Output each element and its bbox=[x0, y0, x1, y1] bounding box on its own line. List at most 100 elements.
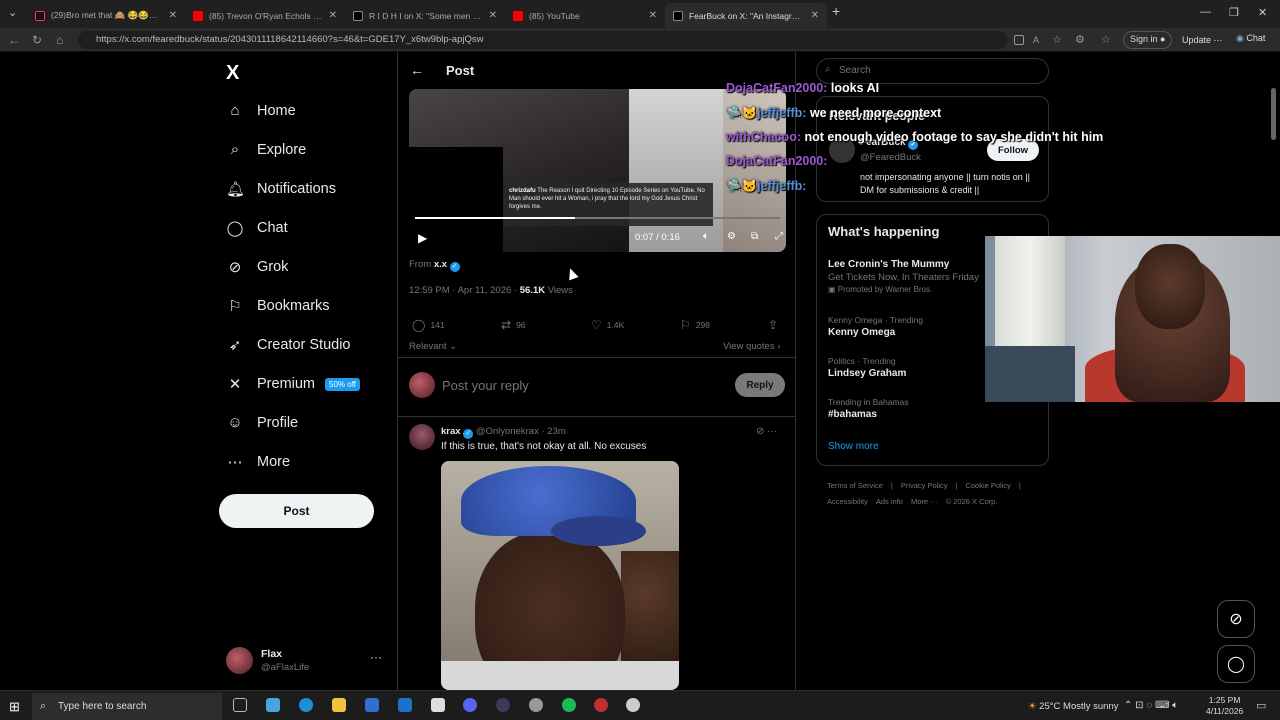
discord-icon[interactable] bbox=[463, 698, 477, 712]
video-progress-bar[interactable] bbox=[415, 217, 780, 219]
webcam-shelf bbox=[985, 346, 1075, 402]
more-dots-icon[interactable]: ··· bbox=[767, 426, 777, 437]
minimize-icon[interactable]: — bbox=[1200, 6, 1211, 18]
reader-mode-icon[interactable] bbox=[1014, 35, 1024, 45]
footer-link[interactable]: Ads info bbox=[876, 497, 903, 506]
grok-icon[interactable]: ⊘ bbox=[756, 426, 764, 437]
back-arrow-icon[interactable]: ← bbox=[8, 33, 20, 47]
mail-icon[interactable] bbox=[398, 698, 412, 712]
show-more-link[interactable]: Show more bbox=[828, 441, 879, 452]
new-tab-button[interactable]: + bbox=[832, 3, 840, 19]
picture-in-picture-icon[interactable]: ⧉ bbox=[751, 231, 758, 242]
repost-action[interactable]: ⇄ 96 bbox=[501, 318, 526, 332]
weather-widget[interactable]: ☀ 25°C Mostly sunny bbox=[1028, 701, 1118, 712]
tab-actions-chevron-icon[interactable]: ⌄ bbox=[8, 6, 17, 19]
fullscreen-icon[interactable]: ⤢ bbox=[775, 231, 783, 242]
reply-button[interactable]: Reply bbox=[735, 373, 785, 397]
close-tab-icon[interactable]: ✕ bbox=[811, 10, 819, 21]
favorites-icon[interactable]: ☆ bbox=[1101, 33, 1111, 46]
browser-tab-4[interactable]: (85) YouTube ✕ bbox=[505, 3, 665, 28]
taskbar-search-input[interactable]: ⌕ Type here to search bbox=[32, 693, 222, 720]
tweet-image[interactable] bbox=[441, 461, 679, 690]
back-arrow-icon[interactable]: ← bbox=[410, 62, 424, 78]
store-icon[interactable] bbox=[365, 698, 379, 712]
close-tab-icon[interactable]: ✕ bbox=[169, 10, 177, 21]
task-view-icon[interactable] bbox=[233, 698, 247, 712]
scrollbar-thumb[interactable] bbox=[1271, 88, 1276, 140]
sign-in-button[interactable]: Sign in ● bbox=[1123, 31, 1173, 49]
chat-float-button[interactable]: ◯ bbox=[1217, 645, 1255, 683]
play-icon[interactable]: ▶ bbox=[418, 231, 427, 245]
restore-icon[interactable]: ❐ bbox=[1229, 6, 1239, 19]
copilot-icon[interactable] bbox=[266, 698, 280, 712]
reply-input[interactable]: Post your reply bbox=[442, 378, 529, 393]
grok-float-button[interactable]: ⊘ bbox=[1217, 600, 1255, 638]
edge-browser-icon[interactable] bbox=[299, 698, 313, 712]
view-quotes-link[interactable]: View quotes › bbox=[723, 341, 780, 352]
copilot-chat-button[interactable]: ◉ Chat bbox=[1236, 33, 1265, 44]
close-tab-icon[interactable]: ✕ bbox=[649, 10, 657, 21]
url-field[interactable]: https://x.com/fearedbuck/status/20430111… bbox=[78, 31, 1008, 49]
sidebar-item-bookmarks[interactable]: ⚐ Bookmarks bbox=[226, 297, 329, 315]
update-button[interactable]: Update ⋯ bbox=[1182, 35, 1223, 46]
notification-center-icon[interactable]: ▭ bbox=[1256, 699, 1266, 712]
footer-link[interactable]: Accessibility bbox=[827, 497, 868, 506]
footer-link[interactable]: Privacy Policy bbox=[901, 481, 948, 490]
chat-bubble-icon: ◯ bbox=[1227, 656, 1245, 673]
sidebar-item-profile[interactable]: ☺ Profile bbox=[226, 414, 298, 431]
browser-tab-2[interactable]: (85) Trevon O'Ryan Echols - YouT ✕ bbox=[185, 3, 345, 28]
settings-gear-icon[interactable]: ⚙ bbox=[727, 231, 736, 242]
tweet-author-name[interactable]: krax bbox=[441, 426, 461, 437]
from-user-link[interactable]: x.x bbox=[434, 259, 447, 270]
sidebar-item-more[interactable]: ⋯ More bbox=[226, 453, 291, 471]
refresh-icon[interactable]: ↻ bbox=[32, 33, 42, 47]
sidebar-item-notifications[interactable]: 🔔︎ Notifications bbox=[226, 180, 336, 198]
bookmark-action[interactable]: ⚐ 298 bbox=[680, 318, 710, 332]
tweet-author-handle[interactable]: @Onlyonekrax bbox=[476, 426, 539, 437]
read-aloud-icon[interactable]: A bbox=[1033, 35, 1039, 45]
more-dots-icon[interactable]: ··· bbox=[370, 650, 382, 664]
sidebar-item-creator-studio[interactable]: ➶ Creator Studio bbox=[226, 336, 351, 354]
like-action[interactable]: ♡ 1.4K bbox=[591, 318, 624, 332]
browser-tab-1[interactable]: (29)Bro met that 🙈 😂😂😂 #fy ✕ bbox=[27, 3, 185, 28]
post-timestamp[interactable]: 12:59 PM · Apr 11, 2026 bbox=[409, 285, 511, 296]
close-tab-icon[interactable]: ✕ bbox=[489, 10, 497, 21]
app-icon[interactable] bbox=[496, 698, 510, 712]
footer-link[interactable]: Terms of Service bbox=[827, 481, 883, 490]
close-window-icon[interactable]: ✕ bbox=[1258, 6, 1267, 19]
reply-action[interactable]: ◯ 141 bbox=[412, 318, 445, 332]
footer-link[interactable]: Cookie Policy bbox=[965, 481, 1010, 490]
taskbar-clock[interactable]: 1:25 PM 4/11/2026 bbox=[1206, 695, 1243, 717]
sidebar-item-home[interactable]: ⌂ Home bbox=[226, 102, 295, 119]
file-explorer-icon[interactable] bbox=[332, 698, 346, 712]
spotify-icon[interactable] bbox=[562, 698, 576, 712]
windows-start-icon[interactable]: ⊞ bbox=[9, 699, 20, 715]
reply-composer: Post your reply Reply bbox=[398, 357, 795, 417]
close-tab-icon[interactable]: ✕ bbox=[329, 10, 337, 21]
reply-sort-dropdown[interactable]: Relevant ⌄ bbox=[409, 341, 457, 352]
windows-taskbar: ⊞ ⌕ Type here to search ☀ 25°C Mostly sun… bbox=[0, 690, 1280, 720]
favorite-star-icon[interactable]: ☆ bbox=[1052, 33, 1062, 46]
app-icon[interactable] bbox=[529, 698, 543, 712]
sidebar-item-explore[interactable]: ⌕ Explore bbox=[226, 141, 306, 158]
home-icon[interactable]: ⌂ bbox=[56, 33, 63, 47]
footer-link[interactable]: More ··· bbox=[911, 497, 938, 506]
post-button[interactable]: Post bbox=[219, 494, 374, 528]
sidebar-item-chat[interactable]: ◯ Chat bbox=[226, 219, 288, 237]
tweet-time[interactable]: 23m bbox=[547, 426, 565, 437]
extensions-icon[interactable]: ⚙ bbox=[1075, 33, 1085, 46]
sidebar-item-premium[interactable]: ✕ Premium 50% off bbox=[226, 375, 360, 393]
x-logo-icon[interactable]: X bbox=[226, 62, 239, 85]
browser-tab-3[interactable]: R I D H I on X: "Some men are sic ✕ bbox=[345, 3, 505, 28]
obs-icon[interactable] bbox=[594, 698, 608, 712]
notepad-icon[interactable] bbox=[431, 698, 445, 712]
volume-icon[interactable]: 🔈︎ bbox=[703, 231, 709, 242]
sidebar-item-grok[interactable]: ⊘ Grok bbox=[226, 258, 289, 276]
account-switcher[interactable]: Flax @aFlaxLife ··· bbox=[226, 646, 386, 676]
person-handle[interactable]: @FearedBuck bbox=[860, 152, 921, 163]
avatar[interactable] bbox=[409, 424, 435, 450]
share-action[interactable]: ⇪ bbox=[768, 318, 783, 332]
browser-tab-5-active[interactable]: FearBuck on X: "An Instagram use ✕ bbox=[665, 3, 827, 28]
app-icon[interactable] bbox=[626, 698, 640, 712]
system-tray[interactable]: ⌃ ⊡ ◌ ⌨ 🔈︎ bbox=[1124, 700, 1178, 711]
